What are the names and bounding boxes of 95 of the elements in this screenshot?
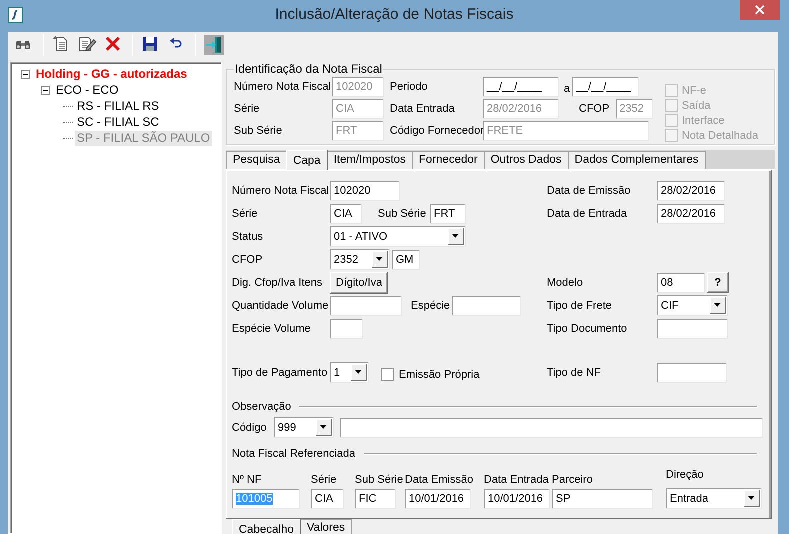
field-label: Tipo de Pagamento [232, 366, 329, 380]
field-label: Modelo [547, 276, 584, 290]
field-label: Tipo Documento [547, 322, 628, 336]
field-label: Espécie [411, 298, 452, 312]
input-field[interactable]: 10/01/2016 [484, 489, 550, 509]
help-button[interactable]: ? [707, 272, 729, 293]
field-label: Data Entrada [484, 473, 549, 488]
input-field[interactable]: FRT [430, 204, 466, 224]
dropdown[interactable]: CIF [657, 295, 728, 316]
caret-icon [714, 303, 722, 308]
input-field[interactable]: 08 [657, 272, 705, 292]
dropdown[interactable]: 2352 [330, 249, 390, 270]
input-field[interactable]: __/__/____ [572, 77, 640, 97]
tab[interactable]: Fornecedor [412, 151, 485, 169]
field-label: Número Nota Fiscal [232, 184, 330, 198]
field-label: Tipo de Frete [547, 298, 614, 312]
close-button[interactable] [740, 0, 780, 20]
field-label: CFOP [579, 102, 610, 116]
field-label: Código Fornecedor [390, 124, 483, 138]
section-title: Nota Fiscal Referenciada [232, 447, 356, 461]
checkbox-label: Interface [682, 114, 725, 128]
tab[interactable]: Cabecalho [232, 519, 301, 534]
field-label: Tipo de NF [547, 366, 602, 380]
checkbox-label: Nota Detalhada [682, 128, 758, 142]
input-field[interactable]: 10/01/2016 [405, 489, 471, 509]
input-field[interactable]: 28/02/2016 [657, 180, 725, 200]
input-field[interactable]: FIC [355, 489, 396, 509]
tree-item[interactable]: SC - FILIAL SC [75, 114, 162, 130]
input-field[interactable] [330, 296, 402, 316]
app-icon [8, 7, 23, 23]
input-field[interactable]: CIA [330, 204, 362, 224]
dropdown[interactable]: Entrada [666, 488, 762, 509]
dropdown[interactable]: 999 [274, 417, 334, 438]
field-label: Quantidade Volume [232, 298, 330, 312]
field-label: Data de Entrada [547, 206, 628, 220]
input-field[interactable]: 28/02/2016 [657, 204, 725, 224]
collapse-icon[interactable] [41, 86, 50, 94]
tab[interactable]: Item/Impostos [326, 151, 414, 169]
section-title: Observação [232, 400, 292, 414]
tab[interactable]: Outros Dados [484, 151, 569, 169]
window-title: Inclusão/Alteração de Notas Fiscais [275, 6, 514, 23]
field-label: Sub Série [234, 124, 284, 138]
checkbox-label: Saída [682, 98, 711, 112]
digito-iva-button[interactable]: Dígito/Iva [330, 272, 388, 294]
checkbox-label: NF-e [682, 84, 706, 98]
field-label: Série [311, 473, 337, 488]
tree-item[interactable]: RS - FILIAL RS [75, 98, 162, 114]
field-label: Sub Série [355, 473, 404, 488]
caret-icon [320, 425, 328, 430]
caret-icon [748, 496, 756, 501]
input-field[interactable]: __/__/____ [483, 77, 559, 97]
collapse-icon[interactable] [21, 70, 30, 78]
field-label: Número Nota Fiscal [234, 80, 332, 94]
tree-item[interactable]: ECO - ECO [54, 82, 121, 98]
caret-icon [452, 234, 460, 239]
field-label: Espécie Volume [232, 322, 312, 336]
input-field[interactable] [330, 318, 363, 338]
dropdown[interactable]: 01 - ATIVO [330, 226, 466, 247]
tab[interactable]: Capa [286, 150, 328, 170]
caret-icon [355, 370, 363, 375]
field-label: Direção [666, 468, 704, 483]
field-label: Série [234, 102, 261, 116]
field-label: Periodo [390, 80, 429, 94]
field-label: CFOP [232, 252, 264, 266]
field-label: Série [232, 206, 259, 220]
tab[interactable]: Pesquisa [226, 151, 288, 169]
tab[interactable]: Valores [300, 519, 352, 534]
tree-item[interactable]: Holding - GG - autorizadas [34, 66, 190, 82]
field-label: Parceiro [552, 473, 593, 488]
input-field[interactable] [340, 418, 763, 438]
exit-door-icon[interactable] [204, 35, 224, 55]
field-label: Data Emissão [405, 473, 474, 488]
checkbox[interactable] [381, 368, 394, 381]
field-label: Data de Emissão [547, 184, 632, 198]
dropdown[interactable]: 1 [330, 362, 369, 383]
field-label: Dig. Cfop/Iva Itens [232, 276, 324, 290]
field-label: Status [232, 230, 264, 244]
edit-document-icon[interactable] [78, 35, 98, 55]
field-label: Código [232, 420, 268, 434]
field-label: Data Entrada [390, 102, 456, 116]
input-field[interactable]: GM [392, 250, 420, 270]
input-field[interactable]: SP [552, 489, 653, 509]
tab[interactable]: Dados Complementares [568, 151, 706, 169]
caret-icon [376, 257, 384, 262]
input-field[interactable] [657, 362, 727, 382]
group-title: Identificação da Nota Fiscal [234, 62, 384, 76]
field-label: a [564, 82, 570, 96]
field-label: Sub Série [378, 206, 428, 220]
input-field[interactable]: CIA [311, 489, 344, 509]
input-field[interactable] [452, 296, 521, 316]
input-field[interactable] [657, 318, 728, 338]
input-field[interactable]: 102020 [330, 180, 400, 200]
checkbox-label: Emissão Própria [399, 368, 480, 382]
field-label: Nº NF [232, 473, 262, 488]
close-icon [755, 5, 765, 15]
